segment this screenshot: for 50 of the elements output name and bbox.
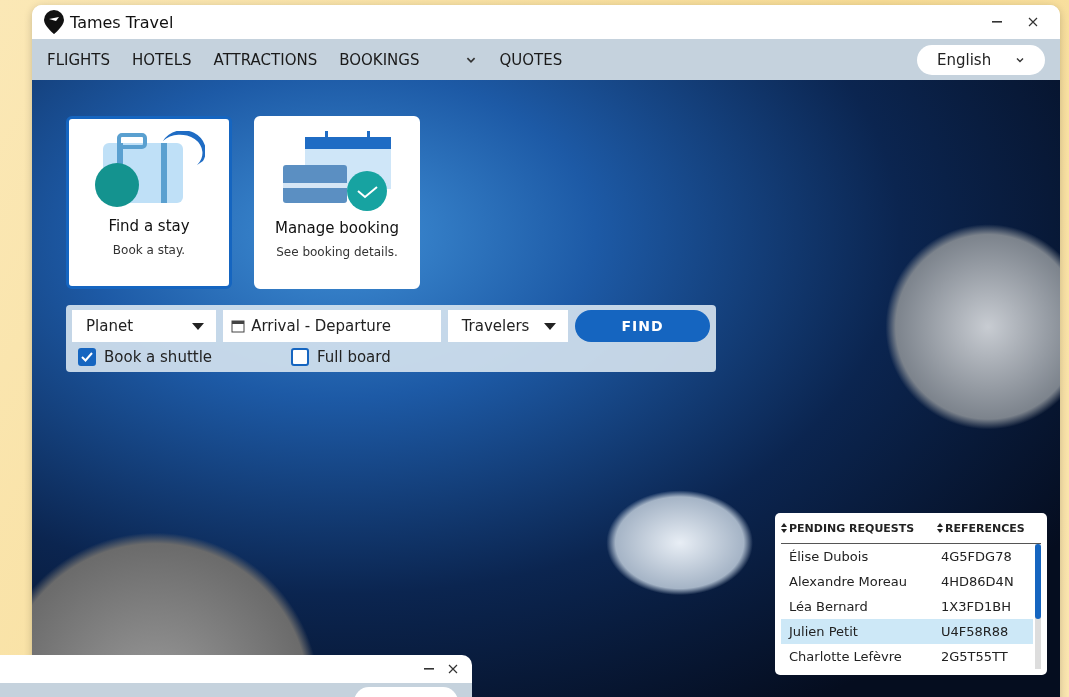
table-row[interactable]: Alexandre Moreau 4HD86D4N	[781, 569, 1033, 594]
card-title: Manage booking	[274, 219, 400, 237]
checkbox-label: Full board	[317, 348, 391, 366]
checkbox-label: Book a shuttle	[104, 348, 213, 366]
language-select[interactable]: English	[917, 44, 1045, 75]
table-row[interactable]: Élise Dubois 4G5FDG78	[781, 544, 1033, 569]
minimize-icon[interactable]	[424, 668, 434, 670]
option-card[interactable]: Manage booking See booking details.	[254, 116, 420, 289]
table-cell-text: 4G5FDG78	[940, 549, 1013, 564]
window-title: Tames Travel	[70, 12, 175, 32]
travelers-dropdown[interactable]: Travelers	[447, 310, 568, 342]
sort-icon	[781, 523, 787, 533]
nav-link[interactable]: HOTELS	[132, 50, 192, 69]
close-icon[interactable]	[1028, 17, 1038, 27]
table-cell-text: Julien Petit	[787, 624, 859, 639]
table-cell-text: Élise Dubois	[788, 549, 870, 564]
calendar-icon	[231, 319, 246, 333]
table-cell-text: 2G5T55TT	[940, 649, 1009, 664]
close-icon[interactable]	[448, 664, 458, 674]
minimize-icon[interactable]	[992, 21, 1002, 23]
checkbox[interactable]	[291, 348, 309, 366]
column-header[interactable]: PENDING REQUESTS	[789, 521, 915, 535]
option-card[interactable]: Find a stay Book a stay.	[66, 116, 232, 289]
table-cell-text: Alexandre Moreau	[788, 574, 909, 589]
planet-dropdown[interactable]: Planet	[72, 310, 217, 342]
caret-down-icon	[543, 322, 556, 330]
table-cell-text: 1X3FD1BH	[940, 599, 1012, 614]
table-cell-text: Léa Bernard	[788, 599, 869, 614]
card-subtitle: See booking details.	[276, 245, 398, 259]
find-button[interactable]: FIND	[574, 310, 710, 342]
table-row[interactable]: Charlotte Lefèvre 2G5T55TT	[781, 644, 1033, 669]
date-placeholder: Arrival - Departure	[251, 317, 391, 335]
nav-link[interactable]: FLIGHTS	[47, 50, 110, 69]
scrollbar[interactable]	[1035, 544, 1041, 669]
table-row[interactable]: Julien Petit U4F58R88	[781, 619, 1033, 644]
pin-logo-icon	[44, 10, 64, 34]
sort-icon	[937, 523, 943, 533]
nav-link[interactable]: BOOKINGS	[339, 50, 478, 69]
nav-link[interactable]: ATTRACTIONS	[213, 50, 318, 69]
card-title: Find a stay	[108, 217, 190, 235]
table-cell-text: Charlotte Lefèvre	[788, 649, 903, 664]
card-subtitle: Book a stay.	[112, 243, 186, 257]
table-row[interactable]: Léa Bernard 1X3FD1BH	[781, 594, 1033, 619]
column-header[interactable]: REFERENCES	[945, 521, 1025, 535]
table-cell-text: 4HD86D4N	[940, 574, 1015, 589]
date-field[interactable]: Arrival - Departure	[223, 310, 441, 342]
table-cell-text: U4F58R88	[940, 624, 1010, 639]
caret-down-icon	[192, 322, 205, 330]
checkbox[interactable]	[78, 348, 96, 366]
nav-link[interactable]: QUOTES	[499, 50, 563, 69]
